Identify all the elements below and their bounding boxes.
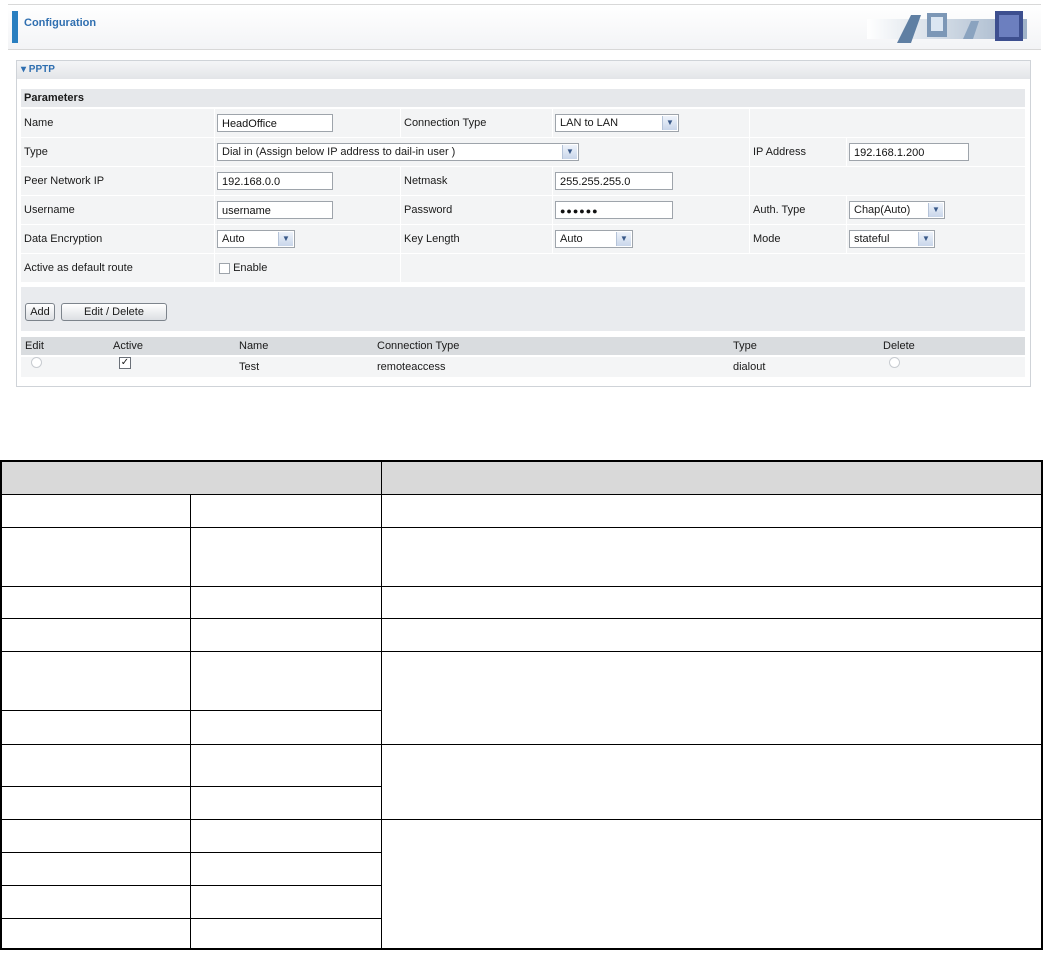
connection-type-select[interactable]: LAN to LAN ▼ xyxy=(555,114,679,132)
netmask-label: Netmask xyxy=(401,167,552,195)
table-rule xyxy=(190,494,191,948)
form-row-default-route: Active as default route Enable xyxy=(21,254,1025,282)
type-value: Dial in (Assign below IP address to dail… xyxy=(222,146,456,158)
key-length-value: Auto xyxy=(560,233,583,245)
add-button[interactable]: Add xyxy=(25,303,55,321)
username-cell: username xyxy=(215,196,400,224)
table-rule xyxy=(2,586,1041,587)
netmask-input[interactable]: 255.255.255.0 xyxy=(555,172,673,190)
username-label: Username xyxy=(21,196,214,224)
key-length-select[interactable]: Auto ▼ xyxy=(555,230,633,248)
chevron-down-icon: ▼ xyxy=(918,232,933,246)
peer-network-ip-cell: 192.168.0.0 xyxy=(215,167,400,195)
key-length-cell: Auto ▼ xyxy=(553,225,749,253)
column-delete: Delete xyxy=(883,340,915,352)
form-row-encryption: Data Encryption Auto ▼ Key Length Auto ▼… xyxy=(21,225,1025,253)
column-name: Name xyxy=(239,340,269,352)
description-table-header xyxy=(2,462,1041,494)
table-rule xyxy=(2,852,381,853)
table-rule xyxy=(2,494,1041,495)
ip-address-label: IP Address xyxy=(750,138,846,166)
data-encryption-value: Auto xyxy=(222,233,245,245)
table-rule xyxy=(2,618,1041,619)
ip-address-cell: 192.168.1.200 xyxy=(847,138,1025,166)
table-rule xyxy=(2,786,381,787)
column-edit: Edit xyxy=(25,340,44,352)
table-rule xyxy=(2,744,1041,745)
pptp-panel: ▾ PPTP Parameters Name HeadOffice Connec… xyxy=(16,60,1031,387)
description-table xyxy=(0,460,1043,950)
name-label: Name xyxy=(21,109,214,137)
mode-cell: stateful ▼ xyxy=(847,225,1025,253)
table-rule xyxy=(2,885,381,886)
column-type: Type xyxy=(733,340,757,352)
type-select[interactable]: Dial in (Assign below IP address to dail… xyxy=(217,143,579,161)
name-input[interactable]: HeadOffice xyxy=(217,114,333,132)
table-row: ✓ Test remoteaccess dialout xyxy=(21,357,1025,377)
checkmark-icon: ✓ xyxy=(119,357,131,369)
form-row-username: Username username Password ●●●●●● Auth. … xyxy=(21,196,1025,224)
username-input[interactable]: username xyxy=(217,201,333,219)
peer-network-ip-input[interactable]: 192.168.0.0 xyxy=(217,172,333,190)
connection-type-cell: LAN to LAN ▼ xyxy=(553,109,749,137)
empty-cell xyxy=(401,254,1025,282)
parameters-header: Parameters xyxy=(21,89,1025,107)
network-illustration-icon xyxy=(867,11,1027,43)
chevron-down-icon: ▼ xyxy=(928,203,943,217)
pptp-section-header[interactable]: ▾ PPTP xyxy=(17,61,1030,79)
password-label: Password xyxy=(401,196,552,224)
page-title: Configuration xyxy=(24,17,97,29)
table-rule xyxy=(2,819,1041,820)
netmask-cell: 255.255.255.0 xyxy=(553,167,749,195)
mode-label: Mode xyxy=(750,225,846,253)
key-length-label: Key Length xyxy=(401,225,552,253)
name-cell: HeadOffice xyxy=(215,109,400,137)
row-name: Test xyxy=(239,361,260,373)
form-row-name: Name HeadOffice Connection Type LAN to L… xyxy=(21,109,1025,137)
table-rule xyxy=(2,918,381,919)
edit-delete-button[interactable]: Edit / Delete xyxy=(61,303,167,321)
table-rule xyxy=(381,462,382,948)
data-encryption-select[interactable]: Auto ▼ xyxy=(217,230,295,248)
mode-select[interactable]: stateful ▼ xyxy=(849,230,935,248)
empty-cell xyxy=(750,109,1025,137)
default-route-label: Active as default route xyxy=(21,254,214,282)
type-cell: Dial in (Assign below IP address to dail… xyxy=(215,138,749,166)
enable-label: Enable xyxy=(233,262,268,274)
row-type: dialout xyxy=(733,361,766,373)
chevron-down-icon: ▼ xyxy=(562,145,577,159)
auth-type-value: Chap(Auto) xyxy=(854,204,911,216)
column-connection-type: Connection Type xyxy=(377,340,460,352)
row-connection-type: remoteaccess xyxy=(377,361,446,373)
form-row-peer: Peer Network IP 192.168.0.0 Netmask 255.… xyxy=(21,167,1025,195)
header-accent-bar xyxy=(12,11,18,43)
column-active: Active xyxy=(113,340,143,352)
table-rule xyxy=(2,651,1041,652)
password-input[interactable]: ●●●●●● xyxy=(555,201,673,219)
password-cell: ●●●●●● xyxy=(553,196,749,224)
type-label: Type xyxy=(21,138,214,166)
enable-checkbox[interactable] xyxy=(219,262,230,274)
chevron-down-icon: ▼ xyxy=(278,232,293,246)
auth-type-select[interactable]: Chap(Auto) ▼ xyxy=(849,201,945,219)
connection-type-label: Connection Type xyxy=(401,109,552,137)
data-encryption-cell: Auto ▼ xyxy=(215,225,400,253)
peer-network-ip-label: Peer Network IP xyxy=(21,167,214,195)
data-encryption-label: Data Encryption xyxy=(21,225,214,253)
chevron-down-icon: ▼ xyxy=(616,232,631,246)
form-row-type: Type Dial in (Assign below IP address to… xyxy=(21,138,1025,166)
page-header: Configuration xyxy=(8,4,1041,50)
chevron-down-icon: ▼ xyxy=(662,116,677,130)
button-bar: Add Edit / Delete xyxy=(21,287,1025,331)
mode-value: stateful xyxy=(854,233,890,245)
default-route-cell: Enable xyxy=(215,254,400,282)
empty-cell xyxy=(750,167,1025,195)
auth-type-cell: Chap(Auto) ▼ xyxy=(847,196,1025,224)
ip-address-input[interactable]: 192.168.1.200 xyxy=(849,143,969,161)
connection-type-value: LAN to LAN xyxy=(560,117,619,129)
connection-list-header: Edit Active Name Connection Type Type De… xyxy=(21,337,1025,355)
table-rule xyxy=(2,527,1041,528)
auth-type-label: Auth. Type xyxy=(750,196,846,224)
table-rule xyxy=(2,710,381,711)
